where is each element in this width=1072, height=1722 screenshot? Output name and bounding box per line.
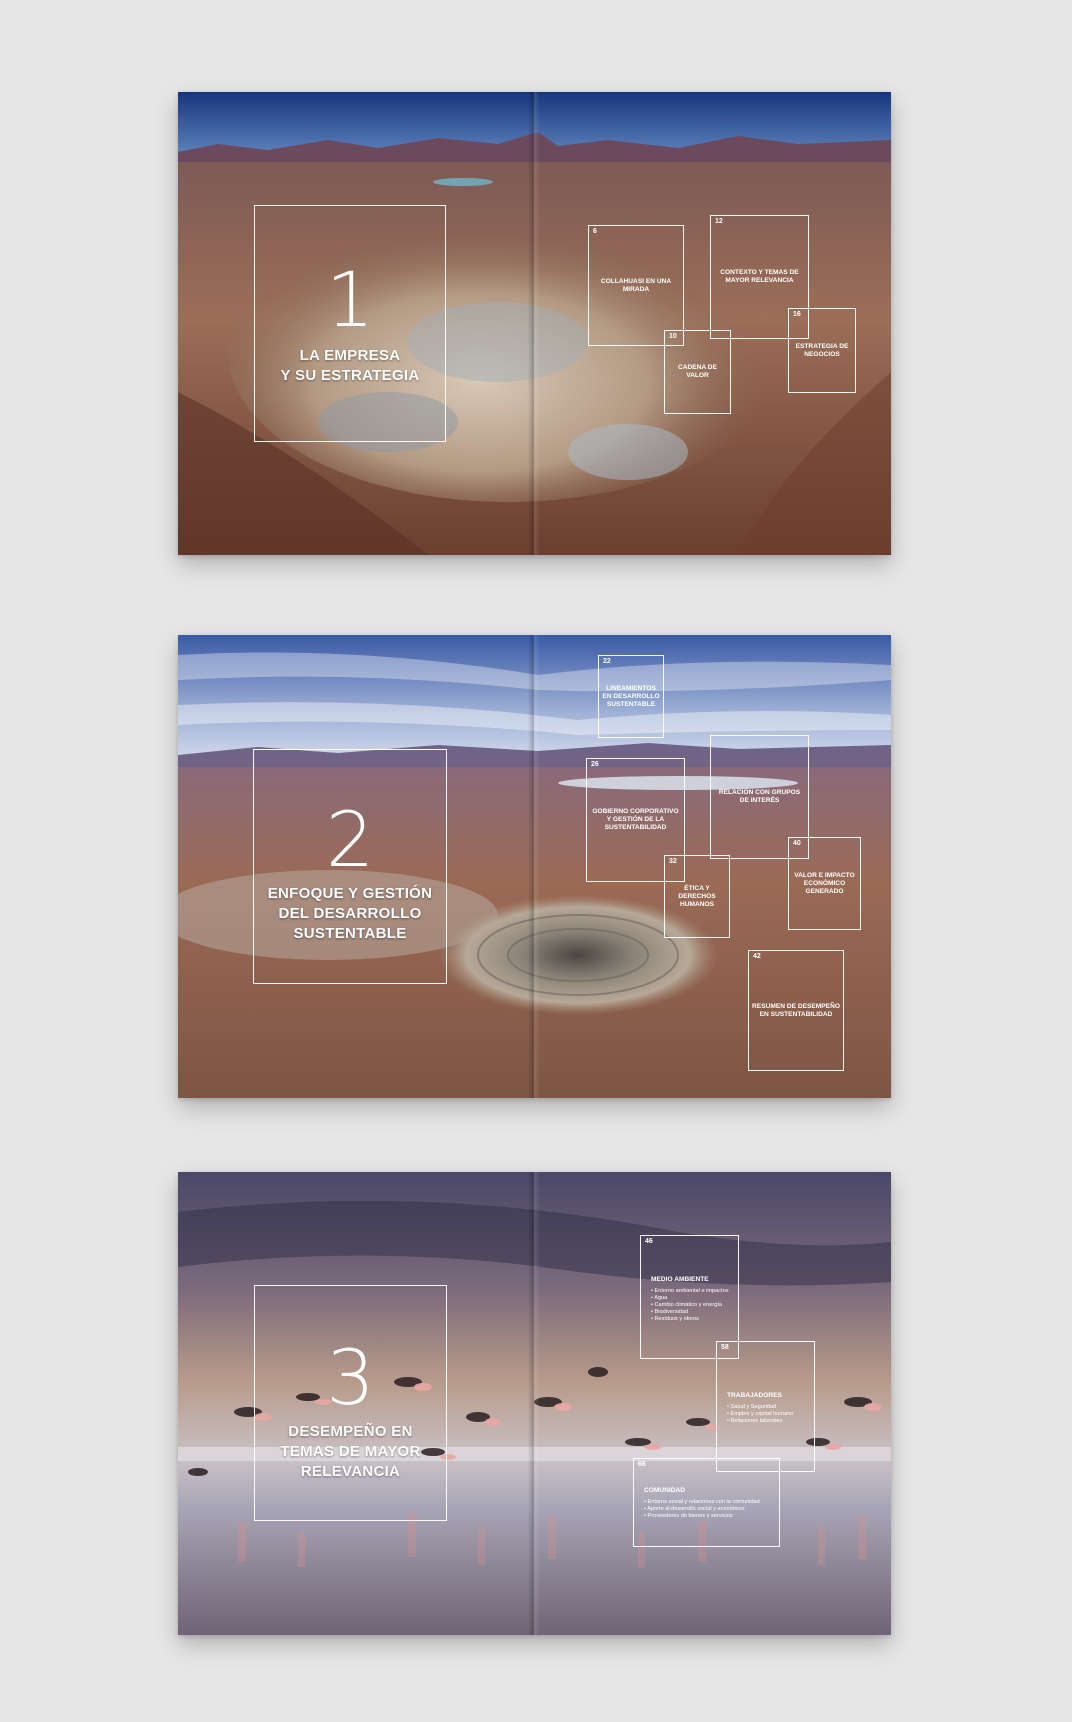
topic-item: Relaciones laborales [727, 1418, 810, 1425]
topic-item: Entorno social y relaciones con la comun… [644, 1499, 775, 1506]
section-label: ÉTICA Y DERECHOS HUMANOS [678, 884, 716, 908]
chapter-title-line: DEL DESARROLLO [278, 905, 422, 922]
topic-item: Proveedores de bienes y servicios [644, 1513, 775, 1520]
page-number: 10 [669, 333, 677, 340]
chapter-2-box[interactable]: 2 ENFOQUE Y GESTIÓN DEL DESARROLLO SUSTE… [253, 749, 447, 984]
page-number: 46 [645, 1238, 653, 1245]
section-heading: TRABAJADORES [727, 1392, 782, 1399]
page-number: 32 [669, 858, 677, 865]
section-estrategia[interactable]: 16 ESTRATEGIA DE NEGOCIOS [788, 308, 856, 393]
page-number: 12 [715, 218, 723, 225]
page-number: 6 [593, 228, 597, 235]
chapter-number: 2 [325, 795, 375, 884]
section-label: RELACIÓN CON GRUPOS DE INTERÉS [718, 789, 801, 804]
section-label: GOBIERNO CORPORATIVO Y GESTIÓN DE LA SUS… [592, 808, 679, 831]
chapter-title-line: SUSTENTABLE [293, 925, 407, 942]
page-number: 26 [591, 761, 599, 768]
spread-fold [528, 1172, 540, 1635]
section-trabajadores[interactable]: 58 TRABAJADORES Salud y Seguridad Empleo… [716, 1341, 815, 1472]
section-label: CADENA DE VALOR [678, 364, 717, 379]
section-label: RESUMEN DE DESEMPEÑO EN SUSTENTABILIDAD [752, 1002, 840, 1018]
chapter-title-line: LA EMPRESA [299, 347, 401, 364]
spread-chapter-2: 2 ENFOQUE Y GESTIÓN DEL DESARROLLO SUSTE… [178, 635, 891, 1098]
section-label: COLLAHUASI EN UNA MIRADA [600, 277, 672, 293]
chapter-title-line: DESEMPEÑO EN [288, 1423, 413, 1440]
page-number: 66 [638, 1461, 646, 1468]
topic-item: Entorno ambiental e impactos [651, 1288, 734, 1295]
section-heading: MEDIO AMBIENTE [651, 1276, 709, 1283]
section-resumen-desempeno[interactable]: 42 RESUMEN DE DESEMPEÑO EN SUSTENTABILID… [748, 950, 844, 1071]
chapter-number: 1 [325, 255, 375, 344]
chapter-title-line: RELEVANCIA [300, 1463, 401, 1480]
page-number: 42 [753, 953, 761, 960]
spread-fold [528, 635, 540, 1098]
topic-item: Cambio climático y energía [651, 1302, 734, 1309]
page-number: 40 [793, 840, 801, 847]
section-label: CONTEXTO Y TEMAS DE MAYOR RELEVANCIA [720, 269, 799, 284]
section-label: ESTRATEGIA DE NEGOCIOS [795, 342, 849, 358]
topic-item: Biodiversidad [651, 1309, 734, 1316]
topic-item: Agua [651, 1295, 734, 1302]
section-etica[interactable]: 32 ÉTICA Y DERECHOS HUMANOS [664, 855, 730, 938]
page-number: 58 [721, 1344, 729, 1351]
page-number: 16 [793, 311, 801, 318]
chapter-title-line: ENFOQUE Y GESTIÓN [267, 885, 433, 902]
spread-fold [528, 92, 540, 555]
spread-chapter-3: 3 DESEMPEÑO EN TEMAS DE MAYOR RELEVANCIA… [178, 1172, 891, 1635]
topic-item: Empleo y capital humano [727, 1411, 810, 1418]
chapter-title-line: TEMAS DE MAYOR [280, 1443, 421, 1460]
section-collahuasi[interactable]: 6 COLLAHUASI EN UNA MIRADA [588, 225, 684, 346]
chapter-title: LA EMPRESA Y SU ESTRATEGIA [261, 346, 439, 386]
section-label: VALOR E IMPACTO ECONÓMICO GENERADO [794, 871, 855, 895]
section-topic-list: Entorno social y relaciones con la comun… [644, 1499, 775, 1520]
spread-chapter-1: 1 LA EMPRESA Y SU ESTRATEGIA 6 COLLAHUAS… [178, 92, 891, 555]
topic-item: Residuos y olores [651, 1316, 734, 1323]
topic-item: Aporte al desarrollo social y económico [644, 1506, 775, 1513]
section-lineamientos[interactable]: 22 LINEAMIENTOS EN DESARROLLO SUSTENTABL… [598, 655, 664, 738]
chapter-title: ENFOQUE Y GESTIÓN DEL DESARROLLO SUSTENT… [260, 884, 440, 944]
section-heading: COMUNIDAD [644, 1487, 686, 1494]
chapter-1-box[interactable]: 1 LA EMPRESA Y SU ESTRATEGIA [254, 205, 446, 442]
section-valor-economico[interactable]: 40 VALOR E IMPACTO ECONÓMICO GENERADO [788, 837, 861, 930]
topic-item: Salud y Seguridad [727, 1404, 810, 1411]
chapter-title-line: Y SU ESTRATEGIA [280, 367, 420, 384]
chapter-3-box[interactable]: 3 DESEMPEÑO EN TEMAS DE MAYOR RELEVANCIA [254, 1285, 447, 1521]
section-topic-list: Entorno ambiental e impactos Agua Cambio… [651, 1288, 734, 1323]
section-cadena-valor[interactable]: 10 CADENA DE VALOR [664, 330, 731, 414]
section-label: LINEAMIENTOS EN DESARROLLO SUSTENTABLE [602, 684, 660, 708]
chapter-title: DESEMPEÑO EN TEMAS DE MAYOR RELEVANCIA [261, 1422, 440, 1482]
section-topic-list: Salud y Seguridad Empleo y capital human… [727, 1404, 810, 1425]
page-number: 22 [603, 658, 611, 665]
section-comunidad[interactable]: 66 COMUNIDAD Entorno social y relaciones… [633, 1458, 780, 1547]
chapter-number: 3 [326, 1333, 375, 1422]
